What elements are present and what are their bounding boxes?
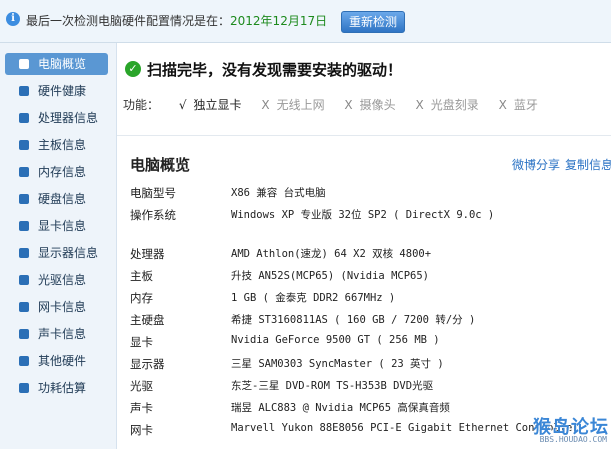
row-value: 希捷 ST3160811AS ( 160 GB / 7200 转/分 ) [231, 314, 476, 326]
sidebar-item-label: 网卡信息 [38, 300, 87, 314]
sidebar-item-label: 主板信息 [38, 138, 87, 152]
bullet-icon [19, 221, 29, 231]
row-key: 主硬盘 [130, 313, 165, 327]
forum-watermark: 猴岛论坛 BBS.HOUDAO.COM [509, 413, 609, 445]
row-value: Nvidia GeForce 9500 GT ( 256 MB ) [231, 334, 440, 346]
last-check-label: 最后一次检测电脑硬件配置情况是在： [26, 14, 231, 28]
row-key: 声卡 [130, 401, 153, 415]
feature-discrete-gpu: √ 独立显卡 [179, 96, 242, 113]
sidebar-item-network[interactable]: 网卡信息 [5, 296, 108, 318]
bullet-icon [19, 302, 29, 312]
row-key: 主板 [130, 269, 153, 283]
feature-text: 光盘刻录 [430, 98, 479, 112]
bullet-icon [19, 383, 29, 393]
watermark-subtitle: BBS.HOUDAO.COM [539, 435, 607, 444]
feature-wifi: X 无线上网 [261, 96, 324, 113]
info-icon: i [6, 12, 20, 26]
sidebar: 电脑概览 硬件健康 处理器信息 主板信息 内存信息 硬盘信息 显卡信息 显示器信… [0, 43, 117, 449]
sidebar-item-graphics[interactable]: 显卡信息 [5, 215, 108, 237]
bullet-icon [19, 356, 29, 366]
overview-title: 电脑概览 [130, 156, 191, 174]
row-key: 显示器 [130, 357, 165, 371]
sidebar-item-label: 硬件健康 [38, 84, 87, 98]
cross-mark-icon: X [415, 98, 424, 112]
row-value: 东芝-三星 DVD-ROM TS-H353B DVD光驱 [231, 380, 434, 392]
main-content: ✓ 扫描完毕，没有发现需要安装的驱动！ 功能： √ 独立显卡 X 无线上网 X 摄像头… [117, 43, 611, 449]
bullet-icon [19, 59, 29, 69]
sidebar-item-label: 光驱信息 [38, 273, 87, 287]
row-value: 升技 AN52S(MCP65) (Nvidia MCP65) [231, 270, 430, 282]
feature-text: 无线上网 [276, 98, 325, 112]
row-key: 操作系统 [130, 208, 176, 222]
sidebar-item-label: 功耗估算 [38, 381, 87, 395]
sidebar-item-motherboard[interactable]: 主板信息 [5, 134, 108, 156]
cross-mark-icon: X [498, 98, 507, 112]
sidebar-item-hardware-health[interactable]: 硬件健康 [5, 80, 108, 102]
sidebar-item-label: 电脑概览 [38, 57, 87, 71]
scan-status-message: 扫描完毕，没有发现需要安装的驱动！ [147, 61, 403, 79]
bullet-icon [19, 194, 29, 204]
sidebar-item-monitor[interactable]: 显示器信息 [5, 242, 108, 264]
bullet-icon [19, 140, 29, 150]
row-value: 三星 SAM0303 SyncMaster ( 23 英寸 ) [231, 358, 444, 370]
sidebar-item-optical[interactable]: 光驱信息 [5, 269, 108, 291]
panel-actions: 微博分享 复制信息 [507, 156, 611, 173]
bullet-icon [19, 86, 29, 96]
row-key: 电脑型号 [130, 186, 176, 200]
sidebar-item-sound[interactable]: 声卡信息 [5, 323, 108, 345]
row-value: Windows XP 专业版 32位 SP2 ( DirectX 9.0c ) [231, 209, 495, 221]
check-mark-icon: √ [178, 98, 187, 112]
weibo-share-link[interactable]: 微博分享 [512, 158, 560, 172]
feature-list: 功能： √ 独立显卡 X 无线上网 X 摄像头 X 光盘刻录 X 蓝牙 [123, 96, 538, 113]
sidebar-item-label: 硬盘信息 [38, 192, 87, 206]
row-value: 1 GB ( 金泰克 DDR2 667MHz ) [231, 292, 396, 304]
cross-mark-icon: X [344, 98, 353, 112]
sidebar-item-label: 显卡信息 [38, 219, 87, 233]
row-value: X86 兼容 台式电脑 [231, 187, 326, 199]
feature-text: 独立显卡 [193, 98, 242, 112]
row-value: AMD Athlon(速龙) 64 X2 双核 4800+ [231, 248, 432, 260]
sidebar-item-label: 处理器信息 [38, 111, 99, 125]
row-key: 内存 [130, 291, 153, 305]
sidebar-item-other[interactable]: 其他硬件 [5, 350, 108, 372]
bullet-icon [19, 275, 29, 285]
row-key: 光驱 [130, 379, 153, 393]
sidebar-item-cpu[interactable]: 处理器信息 [5, 107, 108, 129]
bullet-icon [19, 113, 29, 123]
overview-panel: 电脑概览 微博分享 复制信息 电脑型号 X86 兼容 台式电脑 操作系统 Wind… [117, 135, 611, 450]
cross-mark-icon: X [261, 98, 270, 112]
sidebar-item-memory[interactable]: 内存信息 [5, 161, 108, 183]
sidebar-item-power[interactable]: 功耗估算 [5, 377, 108, 399]
sidebar-item-disk[interactable]: 硬盘信息 [5, 188, 108, 210]
sidebar-item-label: 显示器信息 [38, 246, 99, 260]
feature-bluetooth: X 蓝牙 [499, 96, 538, 113]
bullet-icon [19, 167, 29, 177]
rescan-button[interactable]: 重新检测 [341, 11, 405, 33]
feature-label: 功能： [123, 98, 160, 112]
bullet-icon [19, 248, 29, 258]
row-key: 网卡 [130, 423, 153, 437]
top-bar: i 最后一次检测电脑硬件配置情况是在：2012年12月17日 重新检测 [0, 0, 611, 43]
sidebar-item-overview[interactable]: 电脑概览 [5, 53, 108, 75]
last-check-info: 最后一次检测电脑硬件配置情况是在：2012年12月17日 [26, 12, 327, 29]
copy-info-link[interactable]: 复制信息 [565, 158, 611, 172]
feature-text: 摄像头 [359, 98, 396, 112]
check-circle-icon: ✓ [125, 61, 141, 77]
row-value: 瑞昱 ALC883 @ Nvidia MCP65 高保真音频 [231, 402, 450, 414]
sidebar-item-label: 声卡信息 [38, 327, 87, 341]
bullet-icon [19, 329, 29, 339]
row-key: 显卡 [130, 335, 153, 349]
sidebar-item-label: 内存信息 [38, 165, 87, 179]
last-check-date: 2012年12月17日 [230, 14, 328, 28]
feature-text: 蓝牙 [513, 98, 538, 112]
sidebar-item-label: 其他硬件 [38, 354, 87, 368]
row-key: 处理器 [130, 247, 165, 261]
feature-camera: X 摄像头 [344, 96, 395, 113]
feature-disc-burning: X 光盘刻录 [416, 96, 479, 113]
